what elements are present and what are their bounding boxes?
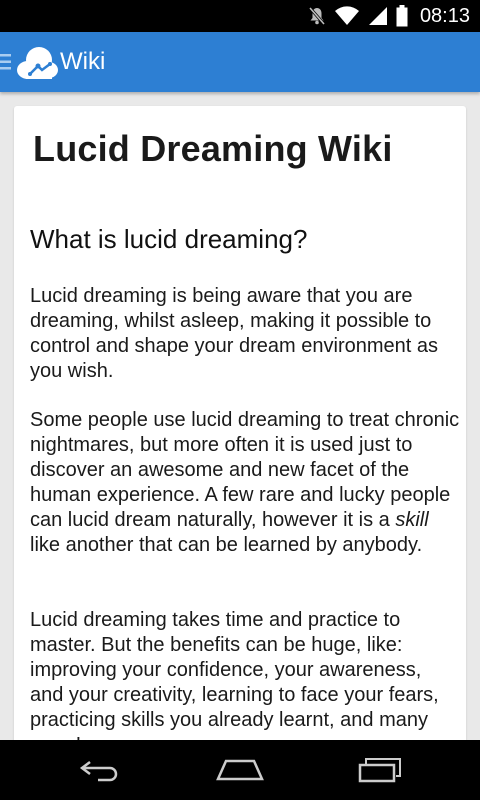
recents-icon (358, 757, 402, 783)
signal-icon (368, 6, 388, 26)
navigation-bar (0, 740, 480, 800)
battery-icon (396, 5, 408, 27)
back-button[interactable] (70, 754, 130, 786)
mute-icon (308, 6, 326, 26)
page-title: Lucid Dreaming Wiki (33, 128, 393, 169)
status-bar: 08:13 (0, 0, 480, 32)
article-paragraph-2: Some people use lucid dreaming to treat … (30, 408, 460, 558)
action-bar: Wiki (0, 32, 480, 92)
article-paragraph-1: Lucid dreaming is being aware that you a… (30, 285, 439, 382)
recents-button[interactable] (350, 754, 410, 786)
wifi-icon (334, 6, 360, 26)
article-card: Lucid Dreaming Wiki What is lucid dreami… (14, 106, 466, 766)
home-icon (216, 758, 264, 782)
paragraph-text: like another that can be learned by anyb… (30, 534, 423, 556)
status-icons: 08:13 (308, 4, 470, 28)
article-paragraph-3: Lucid dreaming takes time and practice t… (30, 609, 439, 756)
section-heading: What is lucid dreaming? (30, 224, 308, 254)
drawer-indicator-icon[interactable] (0, 53, 12, 71)
back-icon (78, 758, 122, 782)
emphasis-text: skill (395, 509, 429, 531)
home-button[interactable] (210, 754, 270, 786)
app-title: Wiki (60, 48, 106, 75)
status-time: 08:13 (419, 5, 470, 27)
cloud-logo-icon[interactable] (16, 43, 58, 83)
